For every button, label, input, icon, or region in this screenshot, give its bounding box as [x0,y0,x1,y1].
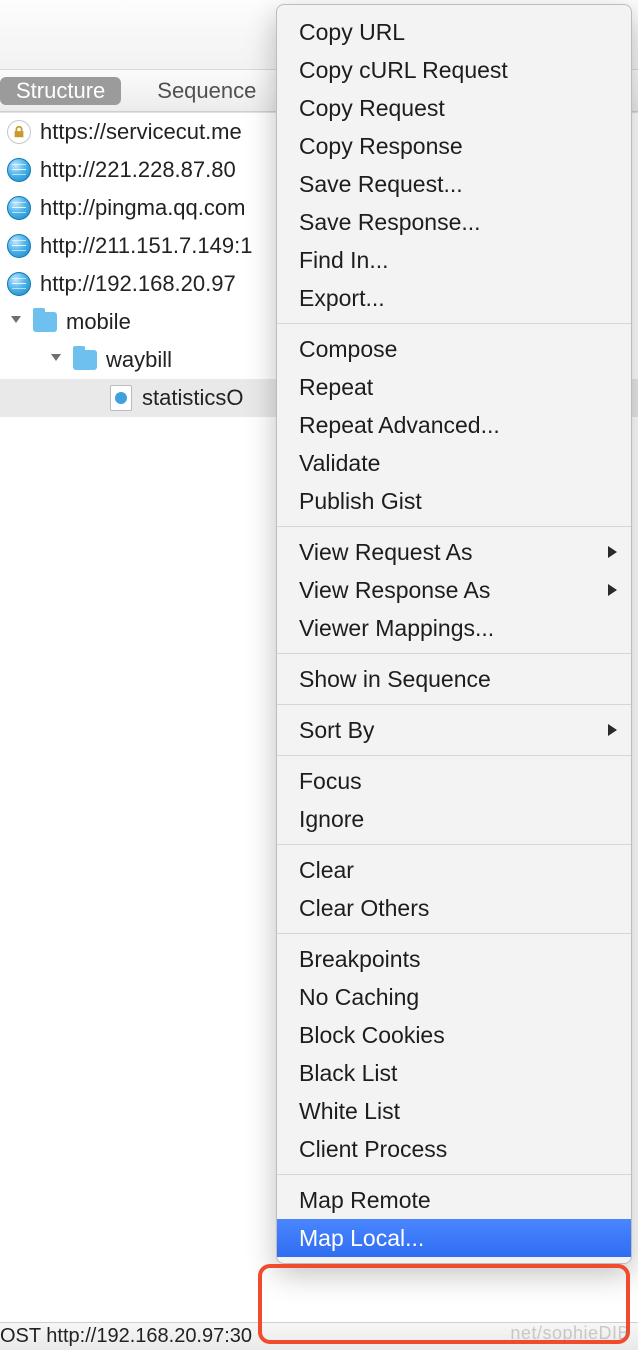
menu-item-label: View Request As [299,539,472,566]
menu-separator [277,653,631,654]
tree-label: statisticsO [142,385,243,411]
menu-item-label: Block Cookies [299,1022,445,1049]
disclosure-open-icon[interactable] [50,351,68,369]
menu-item[interactable]: Save Response... [277,203,631,241]
menu-item[interactable]: Validate [277,444,631,482]
watermark-text: net/sophieDIB [510,1323,630,1344]
menu-item[interactable]: Sort By [277,711,631,749]
globe-icon [6,233,32,259]
document-icon [108,385,134,411]
menu-item-label: Breakpoints [299,946,420,973]
host-label: http://192.168.20.97 [40,271,236,297]
menu-separator [277,933,631,934]
menu-item-label: Sort By [299,717,374,744]
menu-item-label: Client Process [299,1136,447,1163]
host-label: http://211.151.7.149:1 [40,233,252,259]
menu-item-label: Publish Gist [299,488,422,515]
menu-item[interactable]: Map Remote [277,1181,631,1219]
menu-item-label: Copy Request [299,95,445,122]
menu-item-label: Save Request... [299,171,463,198]
menu-item-label: Copy cURL Request [299,57,508,84]
status-text: OST http://192.168.20.97:30 [0,1325,252,1348]
menu-item[interactable]: Ignore [277,800,631,838]
menu-item-label: No Caching [299,984,419,1011]
menu-item[interactable]: Copy Response [277,127,631,165]
menu-item-label: Copy URL [299,19,405,46]
menu-item-label: Focus [299,768,362,795]
menu-item[interactable]: No Caching [277,978,631,1016]
globe-icon [6,271,32,297]
menu-item[interactable]: Copy URL [277,13,631,51]
host-label: http://pingma.qq.com [40,195,245,221]
menu-item[interactable]: White List [277,1092,631,1130]
menu-item-label: Ignore [299,806,364,833]
menu-item[interactable]: Find In... [277,241,631,279]
menu-item[interactable]: Save Request... [277,165,631,203]
menu-separator [277,844,631,845]
menu-item[interactable]: Copy cURL Request [277,51,631,89]
lock-icon [6,119,32,145]
menu-item-label: Map Local... [299,1225,424,1252]
menu-item-label: Viewer Mappings... [299,615,494,642]
menu-item[interactable]: Focus [277,762,631,800]
folder-icon [32,309,58,335]
menu-item-label: View Response As [299,577,490,604]
menu-item[interactable]: Breakpoints [277,940,631,978]
menu-item[interactable]: Black List [277,1054,631,1092]
menu-separator [277,704,631,705]
menu-item[interactable]: Repeat [277,368,631,406]
menu-item[interactable]: Map Local... [277,1219,631,1257]
tab-structure[interactable]: Structure [0,77,121,105]
menu-item-label: Map Remote [299,1187,431,1214]
host-label: https://servicecut.me [40,119,242,145]
menu-item[interactable]: Viewer Mappings... [277,609,631,647]
menu-item-label: Copy Response [299,133,463,160]
menu-item-label: Show in Sequence [299,666,491,693]
context-menu: Copy URL Copy cURL Request Copy Request Cop… [276,4,632,1264]
menu-item-label: Clear Others [299,895,429,922]
globe-icon [6,157,32,183]
menu-item-label: Black List [299,1060,397,1087]
menu-item-label: Export... [299,285,385,312]
globe-icon [6,195,32,221]
host-label: http://221.228.87.80 [40,157,236,183]
menu-item[interactable]: Block Cookies [277,1016,631,1054]
menu-item-label: Clear [299,857,354,884]
menu-item[interactable]: View Response As [277,571,631,609]
menu-item-label: Validate [299,450,380,477]
menu-separator [277,1174,631,1175]
menu-separator [277,755,631,756]
menu-item[interactable]: Export... [277,279,631,317]
menu-item[interactable]: Copy Request [277,89,631,127]
menu-item-label: Repeat [299,374,373,401]
menu-item[interactable]: Publish Gist [277,482,631,520]
tree-label: waybill [106,347,172,373]
menu-item-label: Save Response... [299,209,481,236]
tab-sequence[interactable]: Sequence [143,77,270,105]
menu-item-label: Compose [299,336,397,363]
menu-item[interactable]: Client Process [277,1130,631,1168]
folder-icon [72,347,98,373]
menu-item[interactable]: Compose [277,330,631,368]
menu-separator [277,526,631,527]
menu-item-label: Find In... [299,247,388,274]
tree-label: mobile [66,309,131,335]
disclosure-open-icon[interactable] [10,313,28,331]
menu-item[interactable]: Repeat Advanced... [277,406,631,444]
menu-item[interactable]: Show in Sequence [277,660,631,698]
menu-item[interactable]: Clear [277,851,631,889]
menu-item-label: Repeat Advanced... [299,412,500,439]
menu-item[interactable]: View Request As [277,533,631,571]
menu-separator [277,323,631,324]
menu-item-label: White List [299,1098,400,1125]
menu-item[interactable]: Clear Others [277,889,631,927]
